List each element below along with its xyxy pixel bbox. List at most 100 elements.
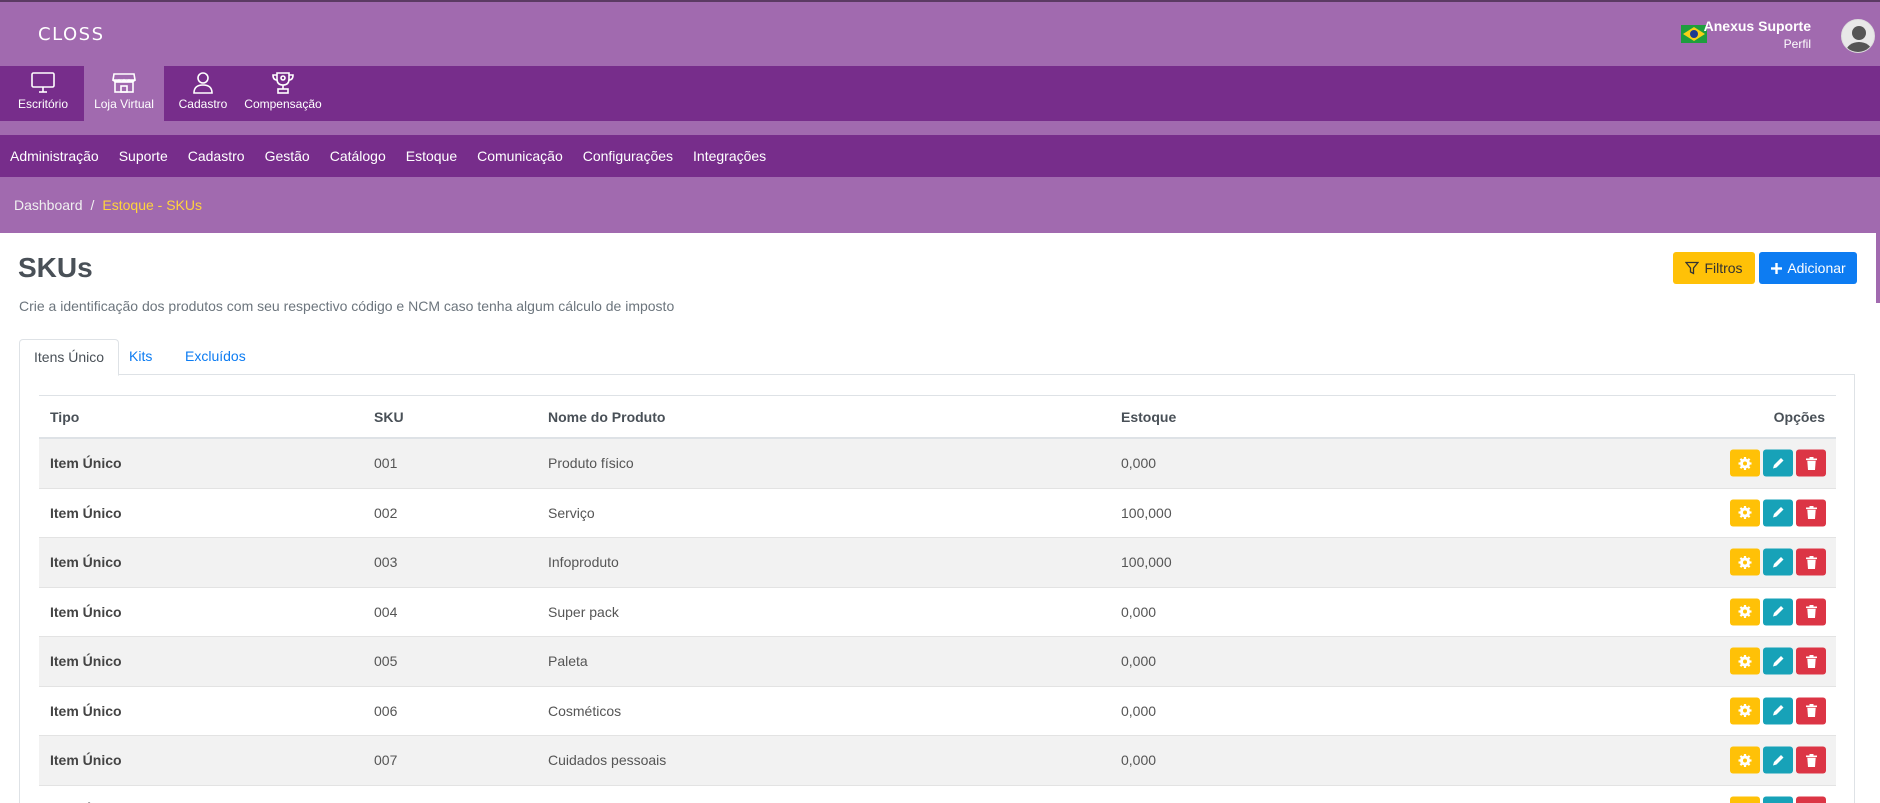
edit-button[interactable] — [1763, 796, 1793, 803]
trash-icon — [1805, 605, 1818, 619]
tab-excluidos[interactable]: Excluídos — [171, 339, 260, 375]
delete-button[interactable] — [1796, 746, 1826, 774]
breadcrumb-current: Estoque - SKUs — [102, 197, 202, 213]
user-name[interactable]: Anexus Suporte — [1704, 18, 1811, 34]
module-label: Compensação — [244, 97, 322, 111]
delete-button[interactable] — [1796, 697, 1826, 725]
gear-icon — [1738, 654, 1752, 668]
cell-nome: Produto físico — [548, 455, 634, 472]
edit-button[interactable] — [1763, 449, 1793, 477]
settings-button[interactable] — [1730, 598, 1760, 626]
delete-button[interactable] — [1796, 449, 1826, 477]
settings-button[interactable] — [1730, 499, 1760, 527]
app-logo[interactable]: CLOSS — [38, 22, 110, 48]
row-actions — [1730, 796, 1826, 803]
header-sku[interactable]: SKU — [374, 409, 404, 425]
cell-estoque: 0,000 — [1121, 752, 1157, 769]
delete-button[interactable] — [1796, 548, 1826, 576]
gear-icon — [1738, 704, 1752, 718]
module-cadastro[interactable]: Cadastro — [166, 66, 240, 121]
menu-item-cadastro[interactable]: Cadastro — [188, 148, 245, 164]
trash-icon — [1805, 654, 1818, 668]
edit-button[interactable] — [1763, 548, 1793, 576]
menu-item-gestao[interactable]: Gestão — [265, 148, 310, 164]
header-nome[interactable]: Nome do Produto — [548, 409, 665, 425]
cell-estoque: 0,000 — [1121, 603, 1157, 620]
menu-item-catalogo[interactable]: Catálogo — [330, 148, 386, 164]
module-label: Cadastro — [178, 97, 228, 111]
filter-label: Filtros — [1704, 260, 1743, 276]
breadcrumb-dashboard[interactable]: Dashboard — [14, 197, 83, 213]
breadcrumb-separator: / — [90, 197, 95, 213]
gear-icon — [1738, 506, 1752, 520]
delete-button[interactable] — [1796, 796, 1826, 803]
cell-tipo: Item Único — [50, 504, 122, 521]
edit-button[interactable] — [1763, 598, 1793, 626]
cell-sku: 007 — [374, 752, 398, 769]
settings-button[interactable] — [1730, 449, 1760, 477]
cell-nome: Infoproduto — [548, 554, 619, 571]
filter-icon — [1685, 261, 1700, 275]
menu-item-configuracoes[interactable]: Configurações — [583, 148, 673, 164]
pencil-icon — [1771, 753, 1785, 767]
table-row: Item Único — [39, 786, 1836, 803]
top-bar: CLOSS Anexus Suporte Perfil — [0, 0, 1880, 66]
add-label: Adicionar — [1787, 260, 1846, 276]
menu-item-estoque[interactable]: Estoque — [406, 148, 457, 164]
delete-button[interactable] — [1796, 647, 1826, 675]
tab-itens-unico[interactable]: Itens Único — [19, 339, 120, 376]
settings-button[interactable] — [1730, 548, 1760, 576]
module-escritorio[interactable]: Escritório — [4, 66, 82, 121]
filter-button[interactable]: Filtros — [1673, 252, 1755, 284]
header-tipo[interactable]: Tipo — [50, 409, 79, 425]
edit-button[interactable] — [1763, 697, 1793, 725]
pencil-icon — [1771, 704, 1785, 718]
cell-sku: 005 — [374, 653, 398, 670]
cell-nome: Cosméticos — [548, 702, 622, 719]
avatar[interactable] — [1841, 19, 1875, 53]
cell-sku: 001 — [374, 455, 398, 472]
cell-tipo: Item Único — [50, 702, 122, 719]
settings-button[interactable] — [1730, 746, 1760, 774]
settings-button[interactable] — [1730, 796, 1760, 803]
cell-estoque: 0,000 — [1121, 455, 1157, 472]
gear-icon — [1738, 605, 1752, 619]
menu-item-integracoes[interactable]: Integrações — [693, 148, 766, 164]
tab-kits[interactable]: Kits — [115, 339, 166, 375]
delete-button[interactable] — [1796, 499, 1826, 527]
table-row: Item Único 001 Produto físico 0,000 — [39, 439, 1836, 489]
table-row: Item Único 005 Paleta 0,000 — [39, 637, 1836, 687]
gear-icon — [1738, 753, 1752, 767]
edit-button[interactable] — [1763, 647, 1793, 675]
module-loja-virtual[interactable]: Loja Virtual — [84, 66, 164, 121]
profile-link[interactable]: Perfil — [1784, 37, 1811, 51]
module-compensacao[interactable]: Compensação — [241, 66, 325, 121]
menu-item-administracao[interactable]: Administração — [10, 148, 99, 164]
settings-button[interactable] — [1730, 697, 1760, 725]
pencil-icon — [1771, 456, 1785, 470]
settings-button[interactable] — [1730, 647, 1760, 675]
row-actions — [1730, 449, 1826, 477]
row-actions — [1730, 697, 1826, 725]
delete-button[interactable] — [1796, 598, 1826, 626]
cell-nome: Super pack — [548, 603, 619, 620]
scrollbar-thumb[interactable] — [1876, 233, 1880, 303]
pencil-icon — [1771, 654, 1785, 668]
row-actions — [1730, 746, 1826, 774]
sku-table: Tipo SKU Nome do Produto Estoque Opções … — [39, 395, 1836, 803]
menu-item-comunicacao[interactable]: Comunicação — [477, 148, 563, 164]
menu-item-suporte[interactable]: Suporte — [119, 148, 168, 164]
pencil-icon — [1771, 555, 1785, 569]
cell-tipo: Item Único — [50, 554, 122, 571]
header-divider — [0, 121, 1880, 135]
edit-button[interactable] — [1763, 746, 1793, 774]
add-button[interactable]: Adicionar — [1759, 252, 1857, 284]
trash-icon — [1805, 555, 1818, 569]
table-row: Item Único 003 Infoproduto 100,000 — [39, 538, 1836, 588]
desktop-monitor-icon — [31, 72, 55, 93]
storefront-icon — [112, 73, 136, 93]
header-estoque[interactable]: Estoque — [1121, 409, 1176, 425]
cell-sku: 002 — [374, 504, 398, 521]
edit-button[interactable] — [1763, 499, 1793, 527]
cell-tipo: Item Único — [50, 603, 122, 620]
